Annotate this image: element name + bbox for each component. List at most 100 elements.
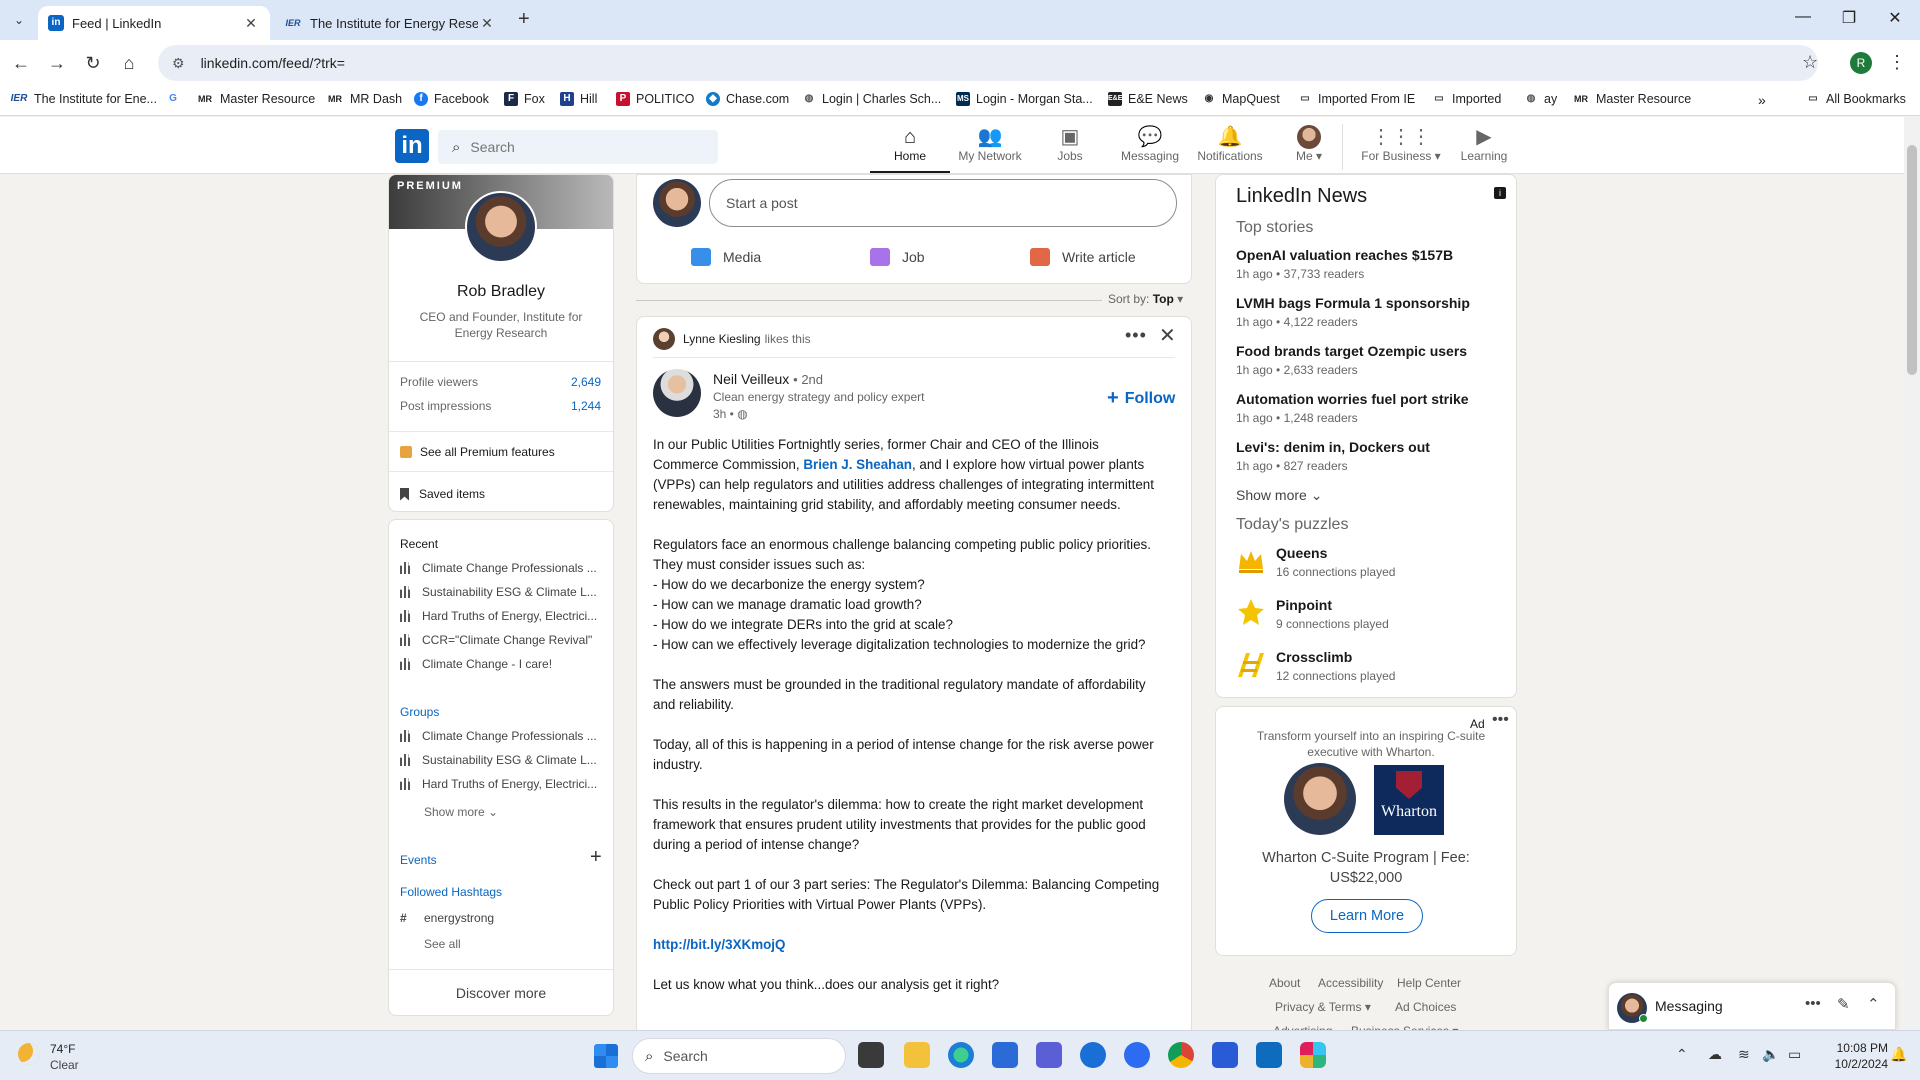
bookmark-ee-news[interactable]: E&E E&E News [1108,92,1188,106]
bookmark-folder-imported[interactable]: ▭ Imported [1432,92,1501,106]
more-options-icon[interactable]: ••• [1805,995,1821,1012]
zoom-icon[interactable] [1124,1042,1150,1068]
messaging-dock[interactable]: Messaging ••• ✎ ⌃ [1608,982,1896,1030]
profile-avatar[interactable] [465,191,537,263]
group-item[interactable]: Sustainability ESG & Climate L... [400,753,600,767]
nav-my-network[interactable]: 👥 My Network [950,125,1030,173]
nav-messaging[interactable]: 💬 Messaging [1110,125,1190,173]
home-icon[interactable]: ⌂ [116,50,142,76]
nav-notifications[interactable]: 🔔 Notifications [1190,125,1270,173]
cloud-icon[interactable]: ☁ [1708,1046,1722,1063]
bookmark-mapquest[interactable]: ◉ MapQuest [1202,92,1280,106]
premium-features-link[interactable]: See all Premium features [400,445,555,459]
recent-item[interactable]: CCR="Climate Change Revival" [400,633,600,647]
recent-item[interactable]: Climate Change - I care! [400,657,600,671]
linkedin-logo[interactable]: in [395,129,429,163]
new-tab-plus-icon[interactable]: + [518,8,530,31]
windows-start-icon[interactable] [594,1044,618,1068]
close-icon[interactable]: ✕ [1159,323,1176,348]
stat-profile-viewers[interactable]: Profile viewers 2,649 [400,375,601,389]
nav-home[interactable]: ⌂ Home [870,125,950,173]
bookmark-google[interactable]: G [166,92,186,106]
learn-more-button[interactable]: Learn More [1311,899,1423,933]
groups-show-more[interactable]: Show more ⌄ [424,805,498,819]
browser-menu-icon[interactable]: ⋮ [1888,52,1906,73]
followed-hashtags-title[interactable]: Followed Hashtags [400,885,502,899]
compose-icon[interactable]: ✎ [1837,995,1850,1013]
chevron-up-icon[interactable]: ⌃ [1676,1046,1688,1063]
close-tab-icon[interactable]: ✕ [478,15,496,32]
profile-name[interactable]: Rob Bradley [389,283,613,301]
address-bar[interactable]: ⚙ linkedin.com/feed/?trk= [158,45,1818,81]
post-link[interactable]: http://bit.ly/3XKmojQ [653,937,785,952]
nav-jobs[interactable]: ▣ Jobs [1030,125,1110,173]
search-input[interactable] [470,139,691,155]
puzzle-crossclimb[interactable]: Crossclimb 12 connections played [1236,649,1395,683]
bookmark-morgan-stanley[interactable]: MS Login - Morgan Sta... [956,92,1093,106]
chrome-icon[interactable] [1168,1042,1194,1068]
app-icon[interactable] [1212,1042,1238,1068]
author-avatar[interactable] [653,369,701,417]
saved-items-link[interactable]: Saved items [400,487,485,501]
bookmark-facebook[interactable]: f Facebook [414,92,489,106]
avatar[interactable] [653,328,675,350]
sort-dropdown[interactable]: Sort by: Top ▾ [1108,292,1183,306]
all-bookmarks[interactable]: ▭ All Bookmarks [1806,92,1906,106]
wifi-icon[interactable]: ≋ [1738,1046,1750,1063]
news-story[interactable]: Food brands target Ozempic users 1h ago •… [1236,343,1506,377]
write-article-button[interactable]: Write article [1030,239,1136,275]
notification-bell-icon[interactable]: 🔔 [1890,1046,1907,1063]
discover-more-button[interactable]: Discover more [389,969,613,1015]
bookmark-master-resource-2[interactable]: MR Master Resource [1572,92,1691,106]
app-icon[interactable] [1036,1042,1062,1068]
restore-window-icon[interactable]: ❐ [1826,8,1872,28]
bookmark-folder-imported-ie[interactable]: ▭ Imported From IE [1298,92,1415,106]
mention-link[interactable]: Brien J. Sheahan [803,457,912,472]
tab-ier[interactable]: IER The Institute for Energy Researc ✕ [274,6,506,40]
add-event-plus-icon[interactable]: + [590,847,602,867]
recent-item[interactable]: Hard Truths of Energy, Electrici... [400,609,600,623]
store-icon[interactable] [992,1042,1018,1068]
groups-title[interactable]: Groups [400,705,439,719]
bookmark-ay[interactable]: ◍ ay [1524,92,1558,106]
author-name-row[interactable]: Neil Veilleux • 2nd [713,371,823,387]
back-arrow-icon[interactable]: ← [8,50,34,76]
scrollbar-thumb[interactable] [1907,145,1917,375]
footer-link-about[interactable]: About [1269,976,1300,990]
events-title[interactable]: Events [400,853,437,867]
more-options-icon[interactable]: ••• [1125,325,1147,346]
task-view-icon[interactable] [858,1042,884,1068]
taskbar-clock[interactable]: 10:08 PM 10/2/2024 [1818,1040,1888,1072]
footer-link-help-center[interactable]: Help Center [1397,976,1461,990]
job-button[interactable]: Job [870,239,925,275]
bookmark-fox[interactable]: F Fox [504,92,545,106]
start-post-button[interactable]: Start a post [709,179,1177,227]
footer-link-ad-choices[interactable]: Ad Choices [1395,1000,1456,1014]
dell-icon[interactable] [1080,1042,1106,1068]
outlook-icon[interactable] [1256,1042,1282,1068]
chevron-up-icon[interactable]: ⌃ [1867,995,1880,1013]
nav-me[interactable]: Me ▾ [1270,125,1348,173]
puzzle-queens[interactable]: Queens 16 connections played [1236,545,1395,579]
news-story[interactable]: OpenAI valuation reaches $157B 1h ago • 3… [1236,247,1506,281]
close-window-icon[interactable]: ✕ [1872,8,1918,28]
group-item[interactable]: Climate Change Professionals ... [400,729,600,743]
browser-profile-avatar[interactable]: R [1850,52,1872,74]
nav-for-business[interactable]: ⋮⋮⋮ For Business ▾ [1356,125,1446,173]
minimize-window-icon[interactable]: — [1780,8,1826,26]
wharton-logo[interactable]: Wharton [1374,765,1444,835]
bookmark-master-resource[interactable]: MR Master Resource [196,92,315,106]
recent-item[interactable]: Climate Change Professionals ... [400,561,600,575]
follow-button[interactable]: + Follow [1107,387,1175,410]
avatar[interactable] [653,179,701,227]
forward-arrow-icon[interactable]: → [44,50,70,76]
info-icon[interactable]: i [1494,187,1506,199]
weather-condition[interactable]: Clear [50,1058,79,1072]
ad-title[interactable]: Wharton C-Suite Program | Fee: US$22,000 [1236,848,1496,888]
close-tab-icon[interactable]: ✕ [242,15,260,32]
bookmark-ier[interactable]: IER The Institute for Ene... [10,92,157,106]
bookmark-mr-dash[interactable]: MR MR Dash [326,92,402,106]
weather-temp[interactable]: 74°F [50,1042,75,1056]
bookmarks-overflow-chevron-icon[interactable]: » [1758,92,1766,108]
moon-weather-icon[interactable] [18,1043,40,1065]
